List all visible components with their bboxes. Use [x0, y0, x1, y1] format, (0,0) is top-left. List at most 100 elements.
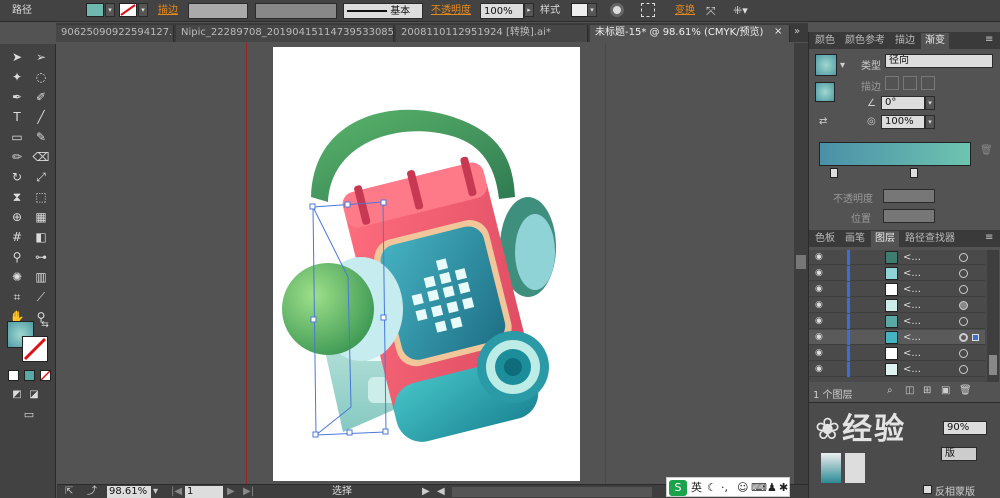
last-artboard-icon[interactable]: ▶|: [243, 486, 254, 498]
eye-icon[interactable]: ◉: [815, 316, 827, 326]
line-tool-icon[interactable]: ╱: [32, 108, 50, 126]
angle-field[interactable]: 0°: [881, 96, 925, 110]
next-artboard-icon[interactable]: ▶: [227, 486, 235, 498]
tab-stroke[interactable]: 描边: [891, 33, 919, 49]
vertical-scrollbar[interactable]: [794, 43, 808, 484]
eraser-tool-icon[interactable]: ⌫: [32, 148, 50, 166]
tools-icon[interactable]: ✱: [779, 480, 788, 496]
recolor-icon[interactable]: [610, 3, 624, 17]
delete-layer-icon[interactable]: 🗑: [959, 385, 972, 396]
aspect-dropdown-arrow[interactable]: ▾: [925, 115, 935, 129]
eye-icon[interactable]: ◉: [815, 284, 827, 294]
layer-row[interactable]: ◉ <...: [809, 362, 985, 377]
layer-row-selected[interactable]: ◉ <...: [809, 330, 985, 345]
paintbrush-tool-icon[interactable]: ✎: [32, 128, 50, 146]
stroke-along-icon[interactable]: [903, 76, 917, 90]
stroke-weight-field[interactable]: [188, 3, 248, 19]
new-layer-icon[interactable]: ▣: [941, 385, 950, 396]
layer-row[interactable]: ◉ <...: [809, 346, 985, 361]
eyedropper-tool-icon[interactable]: ⚲: [8, 248, 26, 266]
angle-dropdown-arrow[interactable]: ▾: [925, 96, 935, 110]
stroke-within-icon[interactable]: [885, 76, 899, 90]
mesh-tool-icon[interactable]: #: [8, 228, 26, 246]
panel-menu-icon[interactable]: ≡: [985, 34, 993, 45]
shape-builder-tool-icon[interactable]: ⊕: [8, 208, 26, 226]
target-icon[interactable]: [959, 333, 968, 342]
layer-row[interactable]: ◉ <...: [809, 282, 985, 297]
stroke-swatch[interactable]: [119, 3, 137, 17]
tab-doc-1[interactable]: 90625090922594127.ai*: [56, 25, 174, 42]
target-icon[interactable]: [959, 365, 968, 374]
draw-mode-icon[interactable]: ◩: [8, 386, 26, 404]
selection-tool-icon[interactable]: ➤: [8, 48, 26, 66]
export-icon[interactable]: ⤴: [87, 486, 97, 498]
opacity-field[interactable]: 100%: [480, 3, 524, 19]
tab-color[interactable]: 颜色: [811, 33, 839, 49]
gradient-stop-left[interactable]: [830, 168, 838, 178]
layer-row[interactable]: ◉ <...: [809, 298, 985, 313]
clipping-mask-icon[interactable]: ◫: [905, 385, 914, 396]
none-mode-icon[interactable]: [40, 370, 51, 381]
symbol-sprayer-tool-icon[interactable]: ✺: [8, 268, 26, 286]
eye-icon[interactable]: ◉: [815, 332, 827, 342]
scroll-thumb[interactable]: [989, 355, 997, 375]
target-icon[interactable]: [959, 349, 968, 358]
tab-doc-3[interactable]: 20081101129519​24 [转换].ai*: [396, 25, 588, 42]
artboard-field[interactable]: 1: [185, 486, 223, 498]
more-tabs-icon[interactable]: »: [794, 26, 800, 37]
smile-icon[interactable]: ☺: [737, 480, 748, 496]
eye-icon[interactable]: ◉: [815, 300, 827, 310]
perspective-grid-tool-icon[interactable]: ▦: [32, 208, 50, 226]
stroke-across-icon[interactable]: [921, 76, 935, 90]
stop-location-field[interactable]: [883, 209, 935, 223]
type-tool-icon[interactable]: T: [8, 108, 26, 126]
gradient-preview-arrow[interactable]: ▾: [840, 60, 845, 71]
gradient-type-select[interactable]: 径向: [885, 54, 993, 68]
eye-icon[interactable]: ◉: [815, 348, 827, 358]
brush-definition-field[interactable]: 基本: [343, 3, 423, 19]
layer-row[interactable]: ◉ <...: [809, 314, 985, 329]
rectangle-tool-icon[interactable]: ▭: [8, 128, 26, 146]
fill-dropdown-arrow[interactable]: ▾: [105, 3, 115, 17]
locate-object-icon[interactable]: ⌕: [887, 385, 893, 396]
stroke-link[interactable]: 描边: [158, 3, 178, 19]
ime-lang[interactable]: 英: [691, 480, 702, 496]
eye-icon[interactable]: ◉: [815, 364, 827, 374]
aspect-ratio-field[interactable]: 100%: [881, 115, 925, 129]
layer-row[interactable]: ◉ <...: [809, 266, 985, 281]
tab-layers[interactable]: 图层: [871, 231, 899, 247]
swap-fill-stroke-icon[interactable]: ⇆: [36, 316, 54, 334]
eye-icon[interactable]: ◉: [815, 252, 827, 262]
stroke-gradient-swatch[interactable]: [815, 82, 835, 102]
mask-thumbnail[interactable]: [845, 453, 865, 483]
user-icon[interactable]: ♟: [767, 480, 777, 496]
new-sublayer-icon[interactable]: ⊞: [923, 385, 931, 396]
free-transform-tool-icon[interactable]: ⬚: [32, 188, 50, 206]
target-icon[interactable]: [959, 317, 968, 326]
layer-row[interactable]: ◉ <...: [809, 250, 985, 265]
scroll-thumb[interactable]: [796, 255, 806, 269]
color-mode-icon[interactable]: [8, 370, 19, 381]
pen-tool-icon[interactable]: ✒: [8, 88, 26, 106]
opacity-arrow[interactable]: ▸: [524, 3, 534, 17]
curvature-tool-icon[interactable]: ✐: [32, 88, 50, 106]
tab-doc-2[interactable]: Nipic_22289708_20190415114739533085.ai*: [176, 25, 394, 42]
target-icon[interactable]: [959, 285, 968, 294]
punctuation-icon[interactable]: ·,: [721, 480, 728, 496]
keyboard-icon[interactable]: ⌨: [751, 480, 767, 496]
transparency-opacity-field[interactable]: 90%: [943, 421, 987, 435]
tab-doc-active[interactable]: 未标题-15* @ 98.61% (CMYK/预览): [590, 25, 790, 42]
width-tool-icon[interactable]: ⧗: [8, 188, 26, 206]
gradient-slider[interactable]: [819, 142, 971, 166]
blend-tool-icon[interactable]: ⊶: [32, 248, 50, 266]
gradient-stop-right[interactable]: [910, 168, 918, 178]
status-menu-arrow[interactable]: ▶: [422, 486, 430, 498]
reverse-gradient-icon[interactable]: ⇄: [819, 116, 827, 127]
hscroll-left-icon[interactable]: ◀: [437, 486, 445, 498]
stroke-color-box[interactable]: [22, 336, 48, 362]
tab-brushes[interactable]: 画笔: [841, 231, 869, 247]
zoom-field[interactable]: 98.61%: [107, 486, 151, 498]
eye-icon[interactable]: ◉: [815, 268, 827, 278]
opacity-link[interactable]: 不透明度: [431, 3, 471, 19]
tab-pathfinder[interactable]: 路径查找器: [901, 231, 959, 247]
